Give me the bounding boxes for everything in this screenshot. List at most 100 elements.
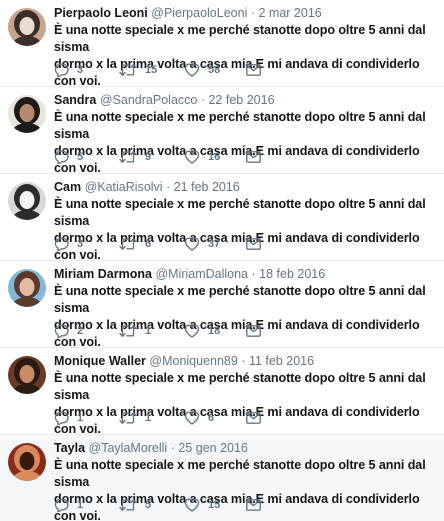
reply-count: 3 [77, 64, 84, 76]
retweet-count: 9 [145, 151, 152, 163]
direct-message-button[interactable] [246, 323, 261, 339]
retweet-count: 5 [145, 499, 152, 511]
reply-button[interactable]: 1 [54, 410, 83, 426]
reply-button[interactable]: 5 [54, 149, 83, 165]
heart-icon [184, 324, 200, 338]
envelope-icon [246, 151, 261, 163]
tweet-header: Sandra @SandraPolacco · 22 feb 2016 [54, 92, 440, 108]
username-handle[interactable]: @TaylaMorelli [89, 441, 168, 455]
tweet-header: Pierpaolo Leoni @PierpaoloLeoni · 2 mar … [54, 5, 440, 21]
envelope-icon [246, 238, 261, 250]
envelope-icon [246, 412, 261, 424]
tweet[interactable]: Cam @KatiaRisolvi · 21 feb 2016 È una no… [0, 174, 444, 264]
tweet-text-line: È una notte speciale x me perché stanott… [54, 197, 426, 228]
tweet[interactable]: Sandra @SandraPolacco · 22 feb 2016 È un… [0, 87, 444, 177]
like-count: 37 [208, 238, 221, 250]
reply-icon [54, 237, 69, 251]
username-handle[interactable]: @Moniquenn89 [149, 354, 237, 368]
tweet-text: È una notte speciale x me perché stanott… [54, 22, 440, 90]
reply-icon [54, 63, 69, 77]
like-button[interactable]: 58 [184, 62, 220, 78]
envelope-icon [246, 64, 261, 76]
avatar[interactable] [8, 182, 46, 220]
retweet-count: 15 [145, 64, 158, 76]
heart-icon [184, 498, 200, 512]
retweet-icon [119, 150, 137, 164]
tweet[interactable]: Miriam Darmona @MiriamDallona · 18 feb 2… [0, 261, 444, 349]
reply-icon [54, 324, 69, 338]
display-name[interactable]: Pierpaolo Leoni [54, 6, 148, 20]
retweet-count: 1 [145, 325, 152, 337]
reply-count: 5 [77, 151, 84, 163]
avatar[interactable] [8, 8, 46, 46]
retweet-button[interactable]: 15 [119, 62, 157, 78]
tweet-text-line: È una notte speciale x me perché stanott… [54, 23, 426, 54]
username-handle[interactable]: @SandraPolacco [100, 93, 197, 107]
reply-button[interactable]: 3 [54, 62, 83, 78]
like-count: 18 [208, 325, 221, 337]
tweet[interactable]: Monique Waller @Moniquenn89 · 11 feb 201… [0, 348, 444, 436]
tweet-date[interactable]: 18 feb 2016 [259, 267, 325, 281]
username-handle[interactable]: @PierpaoloLeoni [151, 6, 247, 20]
retweet-button[interactable]: 1 [119, 410, 151, 426]
avatar[interactable] [8, 443, 46, 481]
like-button[interactable]: 16 [184, 149, 220, 165]
retweet-button[interactable]: 1 [119, 323, 151, 339]
reply-count: 1 [77, 499, 84, 511]
tweet[interactable]: Tayla @TaylaMorelli · 25 gen 2016 È una … [0, 435, 444, 521]
avatar[interactable] [8, 95, 46, 133]
envelope-icon [246, 325, 261, 337]
display-name[interactable]: Tayla [54, 441, 85, 455]
retweet-icon [119, 324, 137, 338]
username-handle[interactable]: @KatiaRisolvi [85, 180, 163, 194]
retweet-button[interactable]: 5 [119, 497, 151, 513]
direct-message-button[interactable] [246, 410, 261, 426]
like-button[interactable]: 6 [184, 410, 214, 426]
separator: · [166, 180, 171, 194]
avatar[interactable] [8, 356, 46, 394]
reply-button[interactable]: 2 [54, 323, 83, 339]
tweet-header: Tayla @TaylaMorelli · 25 gen 2016 [54, 440, 440, 456]
username-handle[interactable]: @MiriamDallona [155, 267, 248, 281]
heart-icon [184, 411, 200, 425]
tweet-date[interactable]: 25 gen 2016 [178, 441, 248, 455]
direct-message-button[interactable] [246, 236, 261, 252]
tweet-date[interactable]: 21 feb 2016 [174, 180, 240, 194]
display-name[interactable]: Cam [54, 180, 81, 194]
tweet-date[interactable]: 2 mar 2016 [258, 6, 321, 20]
reply-icon [54, 498, 69, 512]
heart-icon [184, 63, 200, 77]
separator: · [170, 441, 175, 455]
like-count: 16 [208, 151, 221, 163]
direct-message-button[interactable] [246, 149, 261, 165]
retweet-button[interactable]: 6 [119, 236, 151, 252]
envelope-icon [246, 499, 261, 511]
retweet-icon [119, 63, 137, 77]
heart-icon [184, 150, 200, 164]
tweet-header: Cam @KatiaRisolvi · 21 feb 2016 [54, 179, 440, 195]
like-button[interactable]: 15 [184, 497, 220, 513]
reply-button[interactable]: 1 [54, 497, 83, 513]
tweet-date[interactable]: 22 feb 2016 [208, 93, 274, 107]
tweet-text-line: È una notte speciale x me perché stanott… [54, 110, 426, 141]
like-button[interactable]: 37 [184, 236, 220, 252]
tweet-date[interactable]: 11 feb 2016 [249, 354, 314, 368]
display-name[interactable]: Sandra [54, 93, 96, 107]
tweet-text: È una notte speciale x me perché stanott… [54, 109, 440, 177]
reply-button[interactable]: 3 [54, 236, 83, 252]
display-name[interactable]: Miriam Darmona [54, 267, 152, 281]
direct-message-button[interactable] [246, 62, 261, 78]
retweet-count: 1 [145, 412, 152, 424]
tweet-text: È una notte speciale x me perché stanott… [54, 196, 440, 264]
reply-icon [54, 411, 69, 425]
direct-message-button[interactable] [246, 497, 261, 513]
like-count: 6 [208, 412, 215, 424]
avatar[interactable] [8, 269, 46, 307]
separator: · [250, 6, 255, 20]
like-button[interactable]: 18 [184, 323, 220, 339]
tweet[interactable]: Pierpaolo Leoni @PierpaoloLeoni · 2 mar … [0, 0, 444, 90]
heart-icon [184, 237, 200, 251]
tweet-text-line: È una notte speciale x me perché stanott… [54, 458, 426, 489]
display-name[interactable]: Monique Waller [54, 354, 146, 368]
retweet-button[interactable]: 9 [119, 149, 151, 165]
